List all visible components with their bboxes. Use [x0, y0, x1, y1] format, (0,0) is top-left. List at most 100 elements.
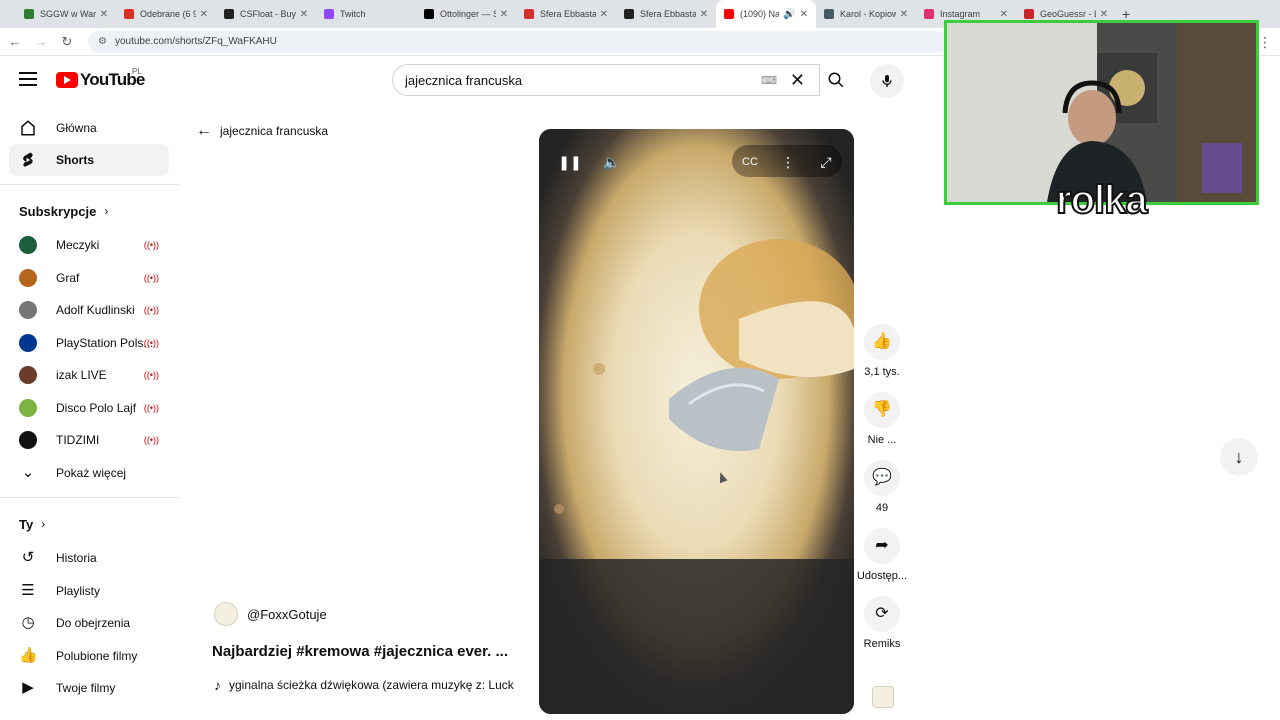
browser-tab-active[interactable]: (1090) Najba🔊✕ [716, 0, 816, 28]
subscriptions-heading[interactable]: Subskrypcje › [19, 193, 180, 229]
voice-search-button[interactable] [870, 64, 904, 98]
browser-tab[interactable]: Twitch [316, 0, 416, 28]
sidebar-item-your-videos[interactable]: ▶ Twoje filmy [9, 672, 169, 705]
browser-menu-icon[interactable]: ⋮ [1258, 34, 1272, 51]
browser-tab[interactable]: SGGW w Warszaw✕ [16, 0, 116, 28]
url-field[interactable]: ⚙ youtube.com/shorts/ZFq_WaFKAHU [88, 30, 948, 53]
pause-icon[interactable]: ❚❚ [555, 149, 585, 175]
like-button[interactable]: 👍 3,1 tys. [856, 324, 908, 380]
sidebar-sub-item[interactable]: PlayStation Pols... ((•)) [9, 327, 169, 360]
close-icon[interactable]: ✕ [200, 9, 208, 20]
close-icon[interactable]: ✕ [100, 9, 108, 20]
close-icon[interactable]: ✕ [800, 9, 808, 20]
channel-link[interactable]: @FoxxGotuje [214, 602, 327, 626]
close-icon[interactable]: ✕ [500, 9, 508, 20]
sidebar-item-liked[interactable]: 👍 Polubione filmy [9, 640, 169, 673]
show-more-button[interactable]: ⌄ Pokaż więcej [9, 457, 169, 490]
home-icon [19, 119, 37, 137]
you-heading[interactable]: Ty › [19, 506, 180, 542]
comments-button[interactable]: 💬 49 [856, 460, 908, 516]
hamburger-menu-icon[interactable] [19, 72, 37, 86]
live-icon: ((•)) [143, 272, 159, 283]
sidebar-sub-item[interactable]: izak LIVE ((•)) [9, 359, 169, 392]
back-arrow-icon[interactable]: ← [4, 34, 26, 49]
reload-icon[interactable]: ↻ [56, 34, 78, 50]
history-icon: ↺ [21, 549, 35, 567]
location-pin-icon [1024, 9, 1034, 19]
like-icon: 👍 [19, 646, 38, 664]
sidebar-item-history[interactable]: ↺ Historia [9, 542, 169, 575]
remix-button[interactable]: ⟳ Remiks [856, 596, 908, 652]
back-to-search-link[interactable]: ← jajecznica francuska [196, 122, 328, 140]
search-input[interactable]: jajecznica francuska ⌨ ✕ [392, 64, 820, 96]
more-options-icon[interactable]: ⋮ [773, 149, 803, 175]
channel-avatar [214, 602, 238, 626]
thumbs-up-icon[interactable]: 👍 [864, 324, 900, 360]
close-icon[interactable]: ✕ [900, 9, 908, 20]
sidebar-item-shorts[interactable]: Shorts [9, 144, 169, 176]
video-title[interactable]: Najbardziej #kremowa #jajecznica ever. .… [212, 643, 508, 660]
thumbs-down-icon[interactable]: 👎 [864, 392, 900, 428]
sidebar-sub-item[interactable]: Meczyki ((•)) [9, 229, 169, 262]
audio-track-link[interactable]: ♪ yginalna ścieżka dźwiękowa (zawiera mu… [214, 677, 526, 693]
tab-favicon-icon [224, 9, 234, 19]
forward-arrow-icon[interactable]: → [30, 34, 52, 49]
sound-avatar[interactable] [872, 686, 894, 708]
chevron-down-icon: ⌄ [21, 463, 35, 481]
chevron-right-icon: › [41, 517, 46, 531]
overlay-caption: rolka [1055, 177, 1149, 223]
share-icon[interactable]: ➦ [864, 528, 900, 564]
video-frame [539, 129, 854, 714]
browser-tab[interactable]: Karol - Kopiowa✕ [816, 0, 916, 28]
browser-tab[interactable]: Odebrane (6 933)✕ [116, 0, 216, 28]
remix-icon[interactable]: ⟳ [864, 596, 900, 632]
next-short-button[interactable]: ↓ [1220, 438, 1258, 476]
search-icon [828, 72, 844, 88]
sidebar-sub-item[interactable]: Disco Polo Lajf ((•)) [9, 392, 169, 425]
back-arrow-icon: ← [196, 122, 212, 139]
divider [0, 497, 180, 498]
live-icon: ((•)) [143, 435, 159, 446]
close-icon[interactable]: ✕ [1100, 9, 1108, 20]
sidebar-sub-item[interactable]: Graf ((•)) [9, 262, 169, 295]
sidebar-item-playlists[interactable]: ☰ Playlisty [9, 575, 169, 608]
shorts-actions: 👍 3,1 tys. 👎 Nie ... 💬 49 ➦ Udostęp... ⟳ Remi… [856, 324, 908, 664]
search-button[interactable] [818, 64, 854, 96]
keyboard-icon[interactable]: ⌨ [761, 74, 777, 87]
browser-tab[interactable]: CSFloat - Buy &✕ [216, 0, 316, 28]
browser-tab[interactable]: Sfera Ebbasta - R✕ [516, 0, 616, 28]
shorts-icon [19, 151, 37, 169]
fullscreen-icon[interactable]: ⤢ [811, 149, 841, 175]
close-icon[interactable]: ✕ [1000, 9, 1008, 20]
clear-search-icon[interactable]: ✕ [790, 70, 805, 91]
shorts-video-player[interactable]: ❚❚ 🔈 CC ⋮ ⤢ [539, 129, 854, 714]
dislike-button[interactable]: 👎 Nie ... [856, 392, 908, 448]
youtube-favicon-icon [724, 9, 734, 19]
close-icon[interactable]: ✕ [700, 9, 708, 20]
comment-icon[interactable]: 💬 [864, 460, 900, 496]
browser-tab[interactable]: Ottolinger — Su✕ [416, 0, 516, 28]
close-icon[interactable]: ✕ [600, 9, 608, 20]
playlist-icon: ☰ [21, 581, 35, 599]
sidebar-item-watch-later[interactable]: ◷ Do obejrzenia [9, 607, 169, 640]
twitch-icon [324, 9, 334, 19]
channel-avatar [19, 431, 37, 450]
tab-favicon-icon [824, 9, 834, 19]
live-icon: ((•)) [143, 337, 159, 348]
speaker-icon[interactable]: 🔊 [783, 9, 795, 20]
close-icon[interactable]: ✕ [300, 9, 308, 20]
browser-tab[interactable]: Sfera Ebbasta: R✕ [616, 0, 716, 28]
tab-favicon-icon [424, 9, 434, 19]
sidebar-sub-item[interactable]: TIDZIMI ((•)) [9, 424, 169, 457]
site-info-icon[interactable]: ⚙ [98, 36, 107, 47]
chevron-right-icon: › [104, 204, 109, 218]
divider [0, 184, 180, 185]
sidebar-item-home[interactable]: Główna [9, 112, 169, 144]
volume-icon[interactable]: 🔈 [597, 149, 627, 175]
youtube-logo[interactable]: YouTube PL [56, 67, 145, 90]
live-icon: ((•)) [143, 370, 159, 381]
sidebar-sub-item[interactable]: Adolf Kudlinski ((•)) [9, 294, 169, 327]
captions-icon[interactable]: CC [735, 149, 765, 175]
live-icon: ((•)) [143, 305, 159, 316]
share-button[interactable]: ➦ Udostęp... [856, 528, 908, 584]
